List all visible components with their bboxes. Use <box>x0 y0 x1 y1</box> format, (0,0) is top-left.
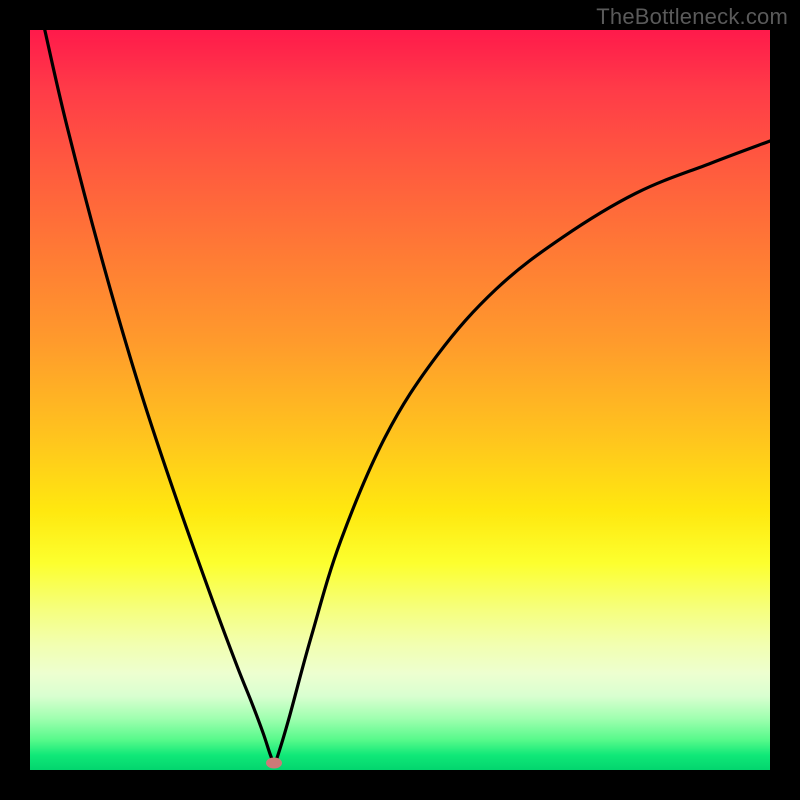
watermark-text: TheBottleneck.com <box>596 4 788 30</box>
chart-frame: TheBottleneck.com <box>0 0 800 800</box>
bottleneck-marker <box>266 757 282 768</box>
bottleneck-curve <box>30 30 770 770</box>
plot-area <box>30 30 770 770</box>
